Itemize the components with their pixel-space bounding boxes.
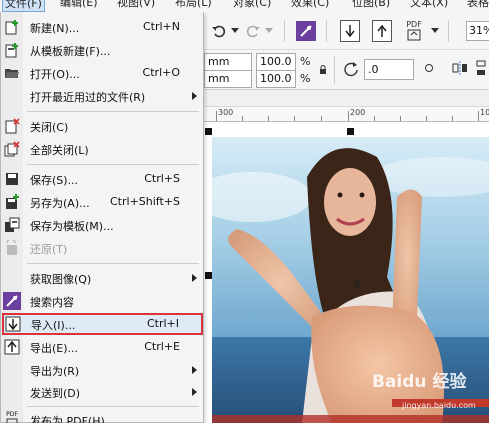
pdf-icon: PDF — [3, 411, 21, 423]
menu-item-new[interactable]: 新建(N)... Ctrl+N — [1, 16, 204, 38]
submenu-arrow-icon — [192, 92, 197, 100]
selection-handle[interactable] — [347, 128, 354, 135]
undo-icon[interactable] — [210, 21, 228, 41]
menu-object[interactable]: 对象(C) — [233, 0, 271, 10]
watermark-url: jingyan.baidu.com — [402, 401, 476, 410]
menu-item-save[interactable]: 保存(S)... Ctrl+S — [1, 168, 204, 190]
menu-item-open[interactable]: 打开(O)... Ctrl+O — [1, 62, 204, 84]
redo-icon[interactable] — [244, 21, 262, 41]
mirror-vertical-icon[interactable] — [472, 58, 489, 78]
toolbar-divider — [334, 56, 335, 84]
percent-label: % — [300, 72, 311, 85]
redo-dropdown-icon[interactable] — [264, 21, 274, 41]
close-all-icon — [3, 140, 21, 158]
toolbar-divider — [326, 20, 327, 42]
search-content-icon[interactable] — [296, 21, 316, 41]
pdf-dropdown-icon[interactable] — [430, 21, 440, 41]
percent-label: % — [300, 55, 311, 68]
lock-ratio-icon[interactable] — [318, 64, 328, 76]
menu-item-import[interactable]: 导入(I)... Ctrl+I — [2, 313, 203, 335]
selection-handle[interactable] — [205, 128, 212, 135]
menu-edit[interactable]: 编辑(E) — [60, 0, 98, 10]
baidu-watermark: Baidu 经验 — [372, 372, 467, 392]
import-icon — [4, 315, 22, 333]
mirror-horizontal-icon[interactable] — [450, 58, 470, 78]
menu-layout[interactable]: 布局(L) — [175, 0, 212, 10]
standard-toolbar: PDF — [204, 12, 489, 50]
zoom-level-input[interactable]: 31% — [466, 21, 489, 41]
menu-file[interactable]: 文件(F) — [2, 0, 45, 12]
revert-icon — [3, 239, 21, 257]
menu-bitmaps[interactable]: 位图(B) — [352, 0, 390, 10]
rotation-field[interactable]: .0 — [364, 59, 414, 80]
import-icon[interactable] — [340, 20, 360, 42]
menu-item-close-all[interactable]: 全部关闭(L) — [1, 138, 204, 160]
menu-item-new-from-template[interactable]: 从模板新建(F)... — [1, 39, 204, 61]
menu-effects[interactable]: 效果(C) — [291, 0, 329, 10]
rotate-icon — [342, 60, 360, 78]
scale-y-field[interactable]: 100.0 — [256, 70, 296, 88]
menu-item-revert[interactable]: 还原(T) — [1, 237, 204, 259]
undo-dropdown-icon[interactable] — [230, 21, 240, 41]
publish-pdf-icon[interactable]: PDF — [402, 19, 426, 43]
submenu-arrow-icon — [192, 388, 197, 396]
menu-separator — [27, 263, 199, 264]
new-document-icon — [3, 18, 21, 36]
menu-separator — [27, 111, 199, 112]
selection-handle[interactable] — [205, 272, 212, 279]
menu-item-save-as[interactable]: 另存为(A)... Ctrl+Shift+S — [1, 191, 204, 213]
file-menu: 新建(N)... Ctrl+N 从模板新建(F)... 打开(O)... Ctr… — [0, 12, 204, 423]
menu-item-export-for[interactable]: 导出为(R) — [1, 359, 204, 381]
height-field[interactable]: mm — [204, 70, 252, 88]
toolbar-divider — [448, 20, 449, 42]
menu-bar: 文件(F) 编辑(E) 视图(V) 布局(L) 对象(C) 效果(C) 位图(B… — [0, 0, 489, 12]
menu-separator — [27, 406, 199, 407]
submenu-arrow-icon — [192, 274, 197, 282]
template-icon — [3, 41, 21, 59]
menu-item-publish-pdf[interactable]: PDF 发布为 PDF(H) — [1, 409, 204, 423]
menu-item-export[interactable]: 导出(E)... Ctrl+E — [1, 336, 204, 358]
menu-separator — [27, 164, 199, 165]
pdf-label: PDF — [406, 20, 422, 29]
menu-item-save-as-template[interactable]: 保存为模板(M)... — [1, 214, 204, 236]
menu-text[interactable]: 文本(X) — [410, 0, 448, 10]
ruler-label: 200 — [350, 108, 366, 117]
property-bar: mm mm 100.0 100.0 % % .0 — [204, 50, 489, 90]
menu-item-acquire-image[interactable]: 获取图像(Q) — [1, 267, 204, 289]
ruler-label: 100 — [480, 108, 489, 117]
close-document-icon — [3, 117, 21, 135]
open-folder-icon — [3, 64, 21, 82]
menu-table[interactable]: 表格 — [467, 0, 489, 10]
submenu-arrow-icon — [192, 366, 197, 374]
save-icon — [3, 170, 21, 188]
search-content-icon — [3, 292, 21, 310]
save-as-icon — [3, 193, 21, 211]
menu-view[interactable]: 视图(V) — [117, 0, 155, 10]
export-icon — [3, 338, 21, 356]
width-field[interactable]: mm — [204, 53, 252, 71]
save-template-icon — [3, 216, 21, 234]
scale-x-field[interactable]: 100.0 — [256, 53, 296, 71]
horizontal-ruler: 300 200 100 — [204, 106, 489, 122]
menu-item-close[interactable]: 关闭(C) — [1, 115, 204, 137]
toolbar-divider — [284, 20, 285, 42]
export-icon[interactable] — [372, 20, 392, 42]
menu-item-search-content[interactable]: 搜索内容 — [1, 290, 204, 312]
ruler-label: 300 — [218, 108, 234, 117]
menu-item-open-recent[interactable]: 打开最近用过的文件(R) — [1, 85, 204, 107]
menu-item-send-to[interactable]: 发送到(D) — [1, 381, 204, 403]
rotation-unit-icon — [422, 61, 436, 75]
